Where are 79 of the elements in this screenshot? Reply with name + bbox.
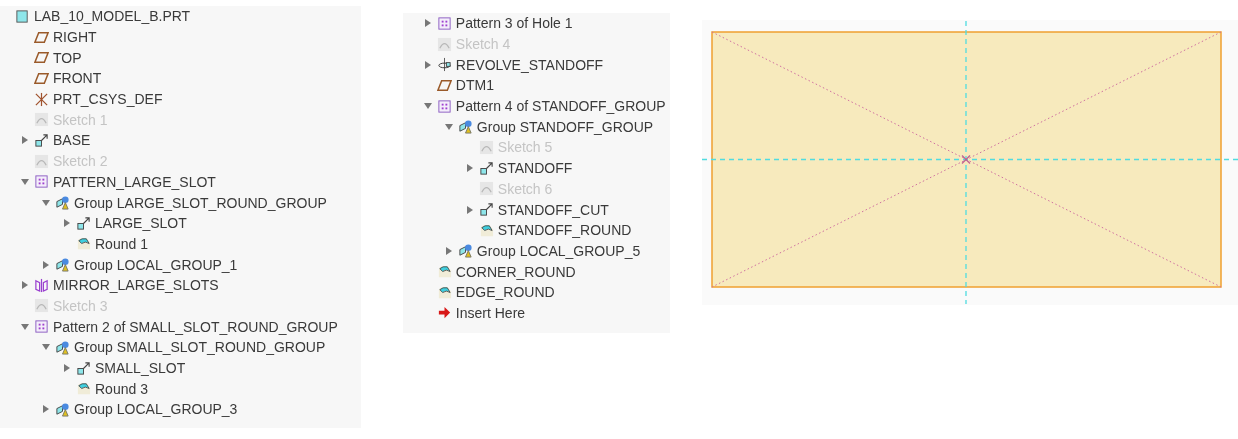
extrude-icon [34,132,49,148]
tree-item-label[interactable]: BASE [53,132,91,149]
tree-item-label[interactable]: TOP [53,49,82,66]
tree-item-label[interactable]: STANDOFF [497,160,573,177]
extrude-icon [478,160,494,176]
tree-item-label[interactable]: Pattern 2 of SMALL_SLOT_ROUND_GROUP [53,318,338,335]
tree-item-label[interactable]: FRONT [53,70,102,87]
revolve-icon [436,57,452,73]
group-icon [457,119,473,135]
tree-item-label[interactable]: STANDOFF_ROUND [497,222,632,239]
tree-item-label[interactable]: Group LOCAL_GROUP_5 [476,242,641,259]
tree-item-label[interactable]: Insert Here [455,304,526,321]
pattern-icon [34,319,49,335]
expand-arrow-icon[interactable] [465,205,474,214]
group-icon [55,195,70,211]
collapse-arrow-icon[interactable] [444,122,453,131]
sketch-icon [34,298,49,314]
tree-item-label[interactable]: PRT_CSYS_DEF [53,91,163,108]
extrude-icon [76,360,91,376]
tree-item-label[interactable]: Pattern 4 of STANDOFF_GROUP [455,98,666,115]
tree-item-label[interactable]: Group LOCAL_GROUP_3 [74,401,238,418]
tree-item-label[interactable]: CORNER_ROUND [455,263,576,280]
round-icon [436,264,452,280]
mirror-icon [34,277,49,293]
collapse-arrow-icon[interactable] [21,177,29,186]
datum-plane-icon [34,50,49,66]
expand-arrow-icon[interactable] [21,281,29,290]
expand-arrow-icon[interactable] [42,405,50,414]
round-icon [76,236,91,252]
pattern-icon [34,174,49,190]
group-icon [55,339,70,355]
sketch-icon [436,36,452,52]
sketch-icon [478,139,494,155]
extrude-icon [478,202,494,218]
tree-item-label[interactable]: Round 1 [95,235,148,252]
collapse-arrow-icon[interactable] [42,343,50,352]
expand-arrow-icon[interactable] [42,260,50,269]
tree-item-label[interactable]: RIGHT [53,29,97,46]
tree-item-label[interactable]: Group STANDOFF_GROUP [476,118,654,135]
group-icon [55,257,70,273]
expand-arrow-icon[interactable] [63,364,71,373]
tree-item-label[interactable]: Group LARGE_SLOT_ROUND_GROUP [74,194,327,211]
datum-plane-icon [34,70,49,86]
group-icon [457,243,473,259]
expand-arrow-icon[interactable] [21,136,29,145]
extrude-icon [76,215,91,231]
sketch-icon [478,181,494,197]
tree-item-label[interactable]: SMALL_SLOT [95,360,186,377]
round-icon [478,222,494,238]
tree-item-label[interactable]: REVOLVE_STANDOFF [455,56,604,73]
expand-arrow-icon[interactable] [423,60,432,69]
collapse-arrow-icon[interactable] [21,322,29,331]
tree-item-label[interactable]: MIRROR_LARGE_SLOTS [53,277,219,294]
collapse-arrow-icon[interactable] [42,198,50,207]
coordinate-system-icon [34,91,49,107]
tree-item-label[interactable]: DTM1 [455,77,494,94]
pattern-icon [436,98,452,114]
datum-plane-icon [34,29,49,45]
sketch-icon [34,153,49,169]
expand-arrow-icon[interactable] [465,164,474,173]
group-icon [55,401,70,417]
tree-item-label[interactable]: PATTERN_LARGE_SLOT [53,173,216,190]
round-icon [76,381,91,397]
expand-arrow-icon[interactable] [444,246,453,255]
tree-item-label[interactable]: Pattern 3 of Hole 1 [455,15,573,32]
expand-arrow-icon[interactable] [423,19,432,28]
tree-item-label[interactable]: STANDOFF_CUT [497,201,609,218]
tree-item-label[interactable]: LARGE_SLOT [95,215,187,232]
expand-arrow-icon[interactable] [63,219,71,228]
tree-item-label[interactable]: Round 3 [95,380,148,397]
sketch-icon [34,112,49,128]
tree-item-label[interactable]: EDGE_ROUND [455,284,555,301]
round-icon [436,284,452,300]
tree-item-label[interactable]: Group LOCAL_GROUP_1 [74,256,238,273]
collapse-arrow-icon[interactable] [423,102,432,111]
tree-item-label[interactable]: LAB_10_MODEL_B.PRT [34,8,191,25]
tree-item-label[interactable]: Group SMALL_SLOT_ROUND_GROUP [74,339,326,356]
part-icon [15,8,30,24]
datum-plane-icon [436,77,452,93]
